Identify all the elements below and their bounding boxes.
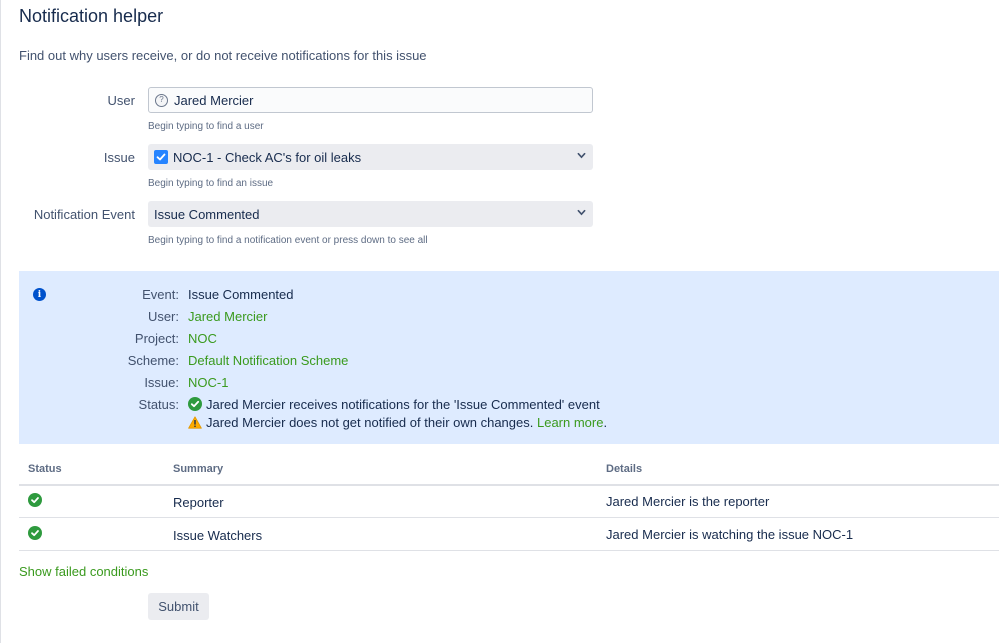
notification-event-select[interactable]: Issue Commented xyxy=(148,201,593,227)
user-label: User xyxy=(107,93,135,108)
status-line-own-changes: Jared Mercier does not get notified of t… xyxy=(188,415,607,430)
submit-button[interactable]: Submit xyxy=(148,593,209,620)
info-key: Issue: xyxy=(144,375,179,390)
row-summary: Reporter xyxy=(173,495,224,510)
info-event-value: Issue Commented xyxy=(188,287,294,302)
notification-helper-page: Notification helper Find out why users r… xyxy=(0,0,999,643)
check-circle-icon xyxy=(28,526,42,540)
table-header-divider xyxy=(19,484,999,486)
page-title: Notification helper xyxy=(19,6,164,26)
status-period: . xyxy=(603,415,608,430)
info-key: Event: xyxy=(142,287,179,302)
info-panel: i Event: Issue Commented User: Jared Mer… xyxy=(19,271,999,444)
user-field-value: Jared Mercier xyxy=(174,92,254,108)
issue-type-checkbox-icon xyxy=(154,150,168,164)
info-scheme-link[interactable]: Default Notification Scheme xyxy=(188,353,348,368)
row-summary: Issue Watchers xyxy=(173,528,263,543)
check-circle-icon xyxy=(28,493,42,507)
issue-select[interactable]: NOC-1 - Check AC's for oil leaks xyxy=(148,144,593,170)
user-avatar-icon: ? xyxy=(155,93,168,107)
column-header-summary: Summary xyxy=(173,463,224,475)
row-details: Jared Mercier is the reporter xyxy=(606,494,770,509)
column-header-details: Details xyxy=(606,463,643,475)
chevron-down-icon xyxy=(577,152,586,159)
status-receives-text: Jared Mercier receives notifications for… xyxy=(206,397,600,412)
notification-event-label: Notification Event xyxy=(33,207,135,222)
column-header-status: Status xyxy=(28,463,62,475)
info-key: Status: xyxy=(138,397,179,412)
show-failed-conditions-link[interactable]: Show failed conditions xyxy=(19,564,148,579)
issue-hint: Begin typing to find an issue xyxy=(148,178,274,189)
chevron-down-icon xyxy=(577,209,586,216)
info-key: Scheme: xyxy=(127,353,179,368)
issue-label: Issue xyxy=(103,150,135,165)
notification-event-hint: Begin typing to find a notification even… xyxy=(148,235,428,246)
notification-event-value: Issue Commented xyxy=(154,206,260,222)
issue-select-value: NOC-1 - Check AC's for oil leaks xyxy=(173,149,362,165)
info-key: Project: xyxy=(134,331,179,346)
info-user-link[interactable]: Jared Mercier xyxy=(188,309,267,324)
row-divider xyxy=(19,517,999,518)
page-description: Find out why users receive, or do not re… xyxy=(19,48,427,63)
info-project-link[interactable]: NOC xyxy=(188,331,217,346)
warning-icon xyxy=(188,416,202,429)
info-issue-link[interactable]: NOC-1 xyxy=(188,375,228,390)
status-line-receives: Jared Mercier receives notifications for… xyxy=(188,397,600,412)
row-details: Jared Mercier is watching the issue NOC-… xyxy=(606,527,854,542)
info-key: User: xyxy=(147,309,179,324)
status-own-changes-text: Jared Mercier does not get notified of t… xyxy=(206,415,534,430)
user-hint: Begin typing to find a user xyxy=(148,121,264,132)
user-field[interactable]: ? Jared Mercier xyxy=(148,87,593,113)
row-divider xyxy=(19,550,999,551)
learn-more-link[interactable]: Learn more xyxy=(537,415,603,430)
check-circle-icon xyxy=(188,397,202,411)
